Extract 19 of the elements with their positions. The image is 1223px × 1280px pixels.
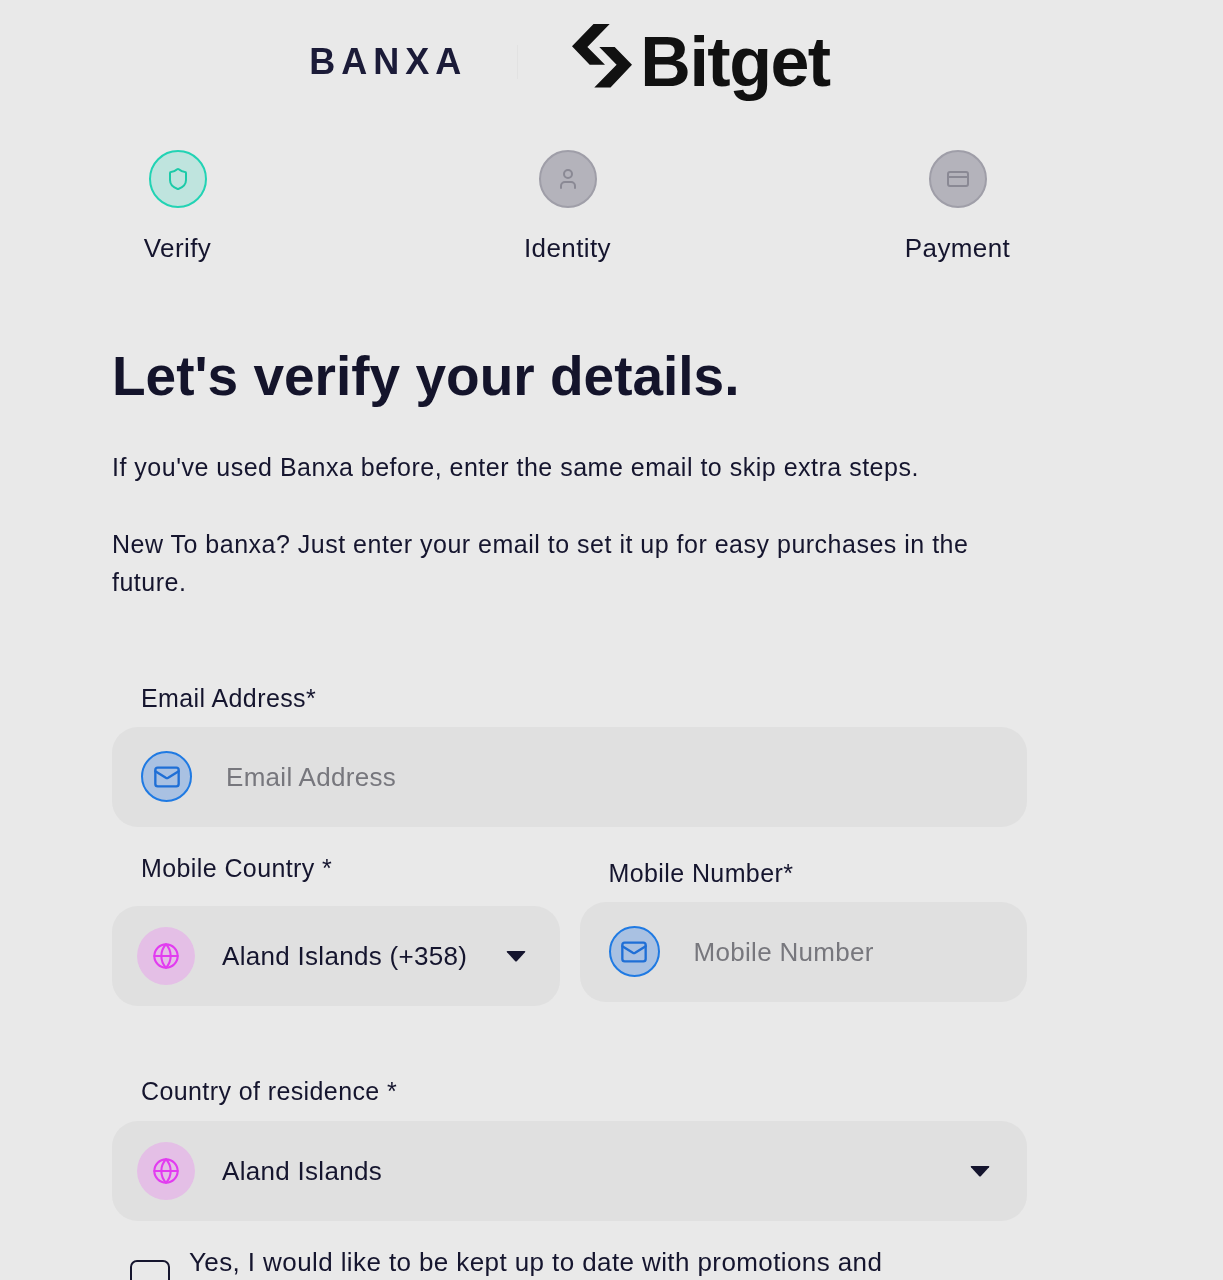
step-label: Payment — [904, 232, 1011, 264]
caret-icon — [970, 1165, 990, 1177]
mobile-number-input-field[interactable]: Mobile Number — [579, 902, 1027, 1002]
field-label: Mobile Country * — [140, 853, 334, 883]
field-label: Mobile Number* — [607, 858, 795, 888]
field-label: Email Address* — [140, 683, 318, 713]
partner-logo-text: BANXA — [309, 41, 468, 83]
field-label: Country of residence * — [140, 1076, 399, 1106]
country-select[interactable]: Aland Islands — [112, 1121, 1027, 1221]
country-code-select[interactable]: Aland Islands (+358) — [112, 906, 560, 1006]
intro-text: If you've used Banxa before, enter the same email to skip extra steps. — [112, 452, 920, 483]
step-label: Verify — [143, 232, 212, 264]
caret-icon — [505, 950, 526, 962]
step-label: Identity — [524, 232, 611, 264]
brand-logo-icon — [572, 24, 633, 88]
consent-text: Yes, I would like to be kept up to date with promotions and — [189, 1247, 883, 1277]
email-input-field[interactable]: Email Address — [112, 727, 1027, 827]
page-heading: Let's verify your details. — [112, 344, 741, 408]
intro-text: New To banxa? Just enter your email to set it up for easy purchases in the future. — [112, 529, 970, 598]
